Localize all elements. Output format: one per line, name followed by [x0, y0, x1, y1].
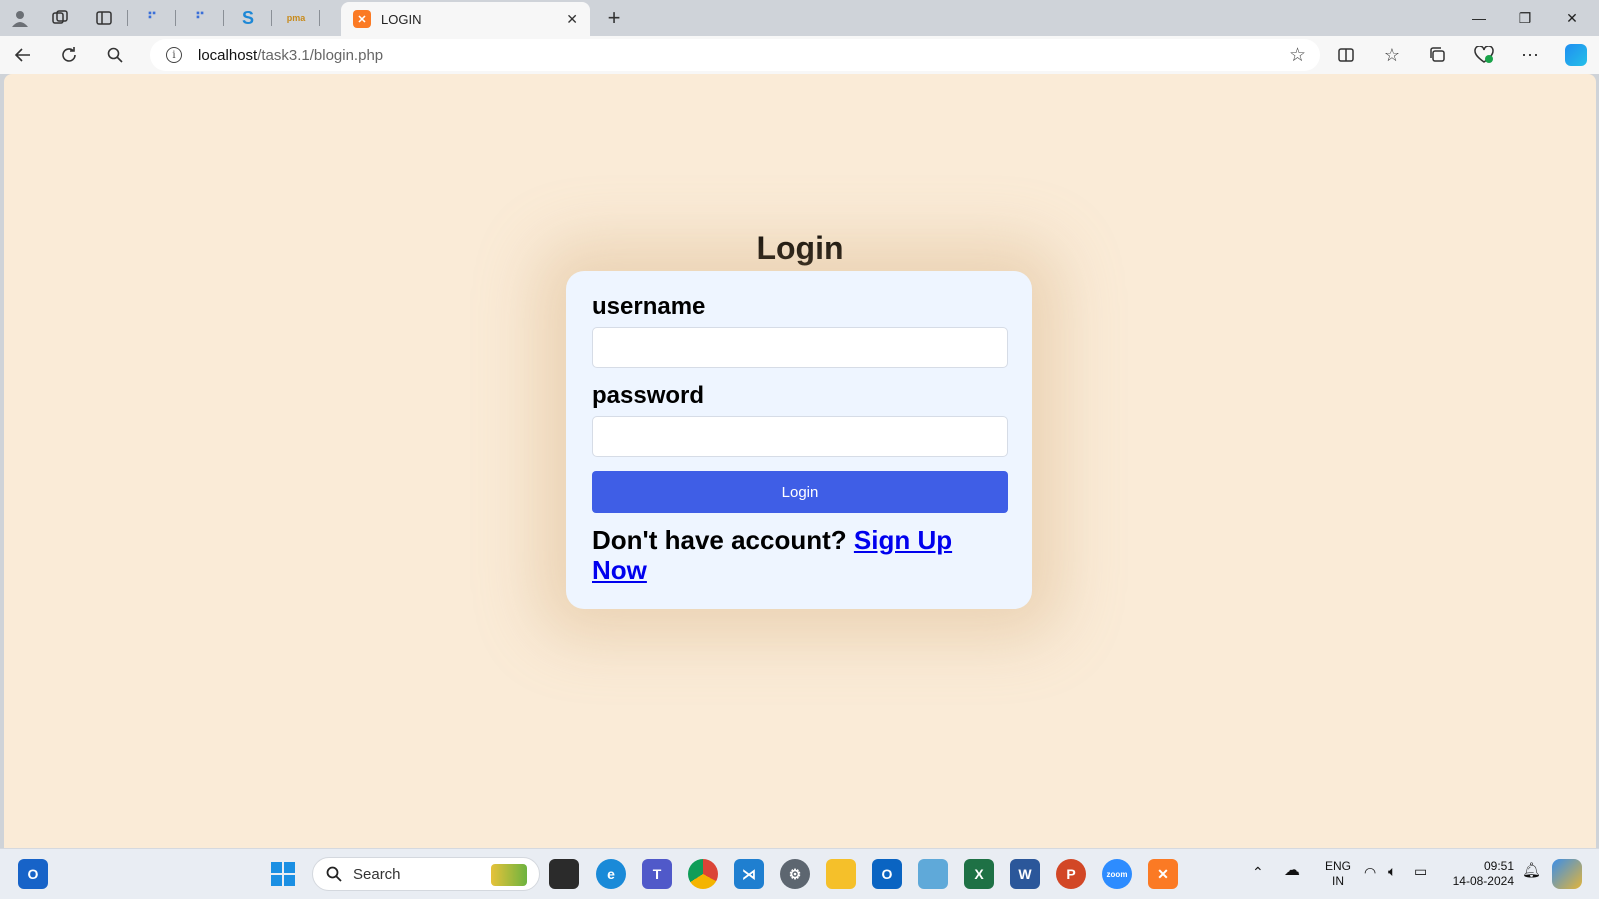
signup-prompt-text: Don't have account?	[592, 525, 847, 555]
settings-icon[interactable]: ⚙	[780, 859, 810, 889]
login-form-card: username password Login Don't have accou…	[566, 271, 1032, 609]
file-explorer-icon[interactable]	[826, 859, 856, 889]
favorite-star-icon[interactable]: ☆	[1289, 44, 1306, 67]
tab-login[interactable]: ✕ LOGIN ✕	[341, 2, 590, 36]
back-icon[interactable]	[0, 36, 46, 74]
onedrive-icon[interactable]: ☁	[1284, 863, 1300, 879]
pinned-tab-icon: ⠋	[194, 9, 206, 26]
volume-icon[interactable]: 🔈︎	[1388, 864, 1396, 879]
outlook-icon[interactable]: O	[872, 859, 902, 889]
search-placeholder: Search	[353, 865, 401, 883]
language-indicator[interactable]: ENG IN	[1320, 859, 1356, 889]
signup-prompt: Don't have account? Sign Up Now	[592, 525, 992, 585]
browser-essentials-icon[interactable]	[1461, 36, 1507, 74]
login-button[interactable]: Login	[592, 471, 1008, 513]
xampp-icon: ✕	[353, 10, 371, 28]
clock[interactable]: 09:51 14-08-2024	[1444, 859, 1514, 889]
split-screen-icon[interactable]	[1323, 36, 1369, 74]
start-icon[interactable]	[268, 859, 298, 889]
page-title: Login	[756, 230, 844, 266]
search-highlight-icon	[491, 864, 527, 886]
taskbar-search[interactable]: Search	[312, 857, 540, 891]
browser-toolbar: i localhost/task3.1/blogin.php ☆ ☆ ⋯	[0, 36, 1599, 74]
xampp-icon[interactable]: ✕	[1148, 859, 1178, 889]
word-icon[interactable]: W	[1010, 859, 1040, 889]
address-bar[interactable]: i localhost/task3.1/blogin.php ☆	[150, 39, 1320, 71]
powerpoint-icon[interactable]: P	[1056, 859, 1086, 889]
pinned-tab-4[interactable]: pma	[272, 0, 320, 36]
more-icon[interactable]: ⋯	[1507, 36, 1553, 74]
pinned-tab-2[interactable]: ⠋	[176, 0, 224, 36]
close-tab-icon[interactable]: ✕	[566, 11, 578, 28]
language-code: ENG	[1324, 859, 1351, 873]
pma-icon: pma	[286, 13, 306, 23]
vscode-icon[interactable]: ⋊	[734, 859, 764, 889]
password-input[interactable]	[592, 416, 1008, 457]
password-label: password	[592, 382, 705, 409]
wifi-icon[interactable]: ◠	[1364, 865, 1376, 880]
refresh-icon[interactable]	[46, 36, 92, 74]
zoom-icon[interactable]: zoom	[1102, 859, 1132, 889]
skype-icon: S	[241, 7, 254, 28]
tab-actions-icon[interactable]	[80, 0, 128, 36]
pinned-tab-1[interactable]: ⠋	[128, 0, 176, 36]
favorites-icon[interactable]: ☆	[1369, 36, 1415, 74]
page-viewport: Login username password Login Don't have…	[4, 74, 1596, 848]
show-hidden-icons[interactable]: ⌃	[1252, 865, 1264, 880]
excel-icon[interactable]: X	[964, 859, 994, 889]
username-input[interactable]	[592, 327, 1008, 368]
clock-date: 14-08-2024	[1452, 874, 1514, 888]
copilot-taskbar-icon[interactable]	[1552, 859, 1582, 889]
tab-strip: ⠋ ⠋ S pma ✕ LOGIN ✕ + — ❐ ✕	[0, 0, 1599, 36]
outlook-widget-icon[interactable]: O	[18, 859, 48, 889]
teams-icon[interactable]: T	[642, 859, 672, 889]
search-icon[interactable]	[92, 36, 138, 74]
close-window-icon[interactable]: ✕	[1549, 0, 1595, 36]
notifications-icon[interactable]: 🔔︎	[1522, 863, 1541, 878]
search-icon	[326, 866, 342, 882]
minimize-icon[interactable]: —	[1456, 0, 1502, 36]
edge-icon[interactable]: e	[596, 859, 626, 889]
chrome-icon[interactable]	[688, 859, 718, 889]
new-tab-icon[interactable]: +	[600, 4, 628, 32]
url-host: localhost	[198, 46, 258, 64]
taskbar: O Search e T ⋊ ⚙ O X W P zoom ✕ ⌃ ☁ ENG …	[0, 848, 1599, 899]
site-info-icon[interactable]: i	[166, 47, 182, 63]
control-panel-icon[interactable]	[918, 859, 948, 889]
clock-time: 09:51	[1483, 859, 1514, 873]
pinned-tab-icon: ⠋	[146, 9, 158, 26]
profile-icon[interactable]	[0, 0, 40, 36]
pinned-tab-3[interactable]: S	[224, 0, 272, 36]
tab-title: LOGIN	[381, 11, 422, 27]
battery-icon[interactable]: ▭	[1414, 864, 1427, 879]
region-code: IN	[1332, 874, 1344, 888]
workspaces-icon[interactable]	[40, 0, 80, 36]
collections-icon[interactable]	[1415, 36, 1461, 74]
url-path: /task3.1/blogin.php	[257, 46, 384, 64]
username-label: username	[592, 293, 706, 320]
copilot-icon[interactable]	[1553, 36, 1599, 74]
restore-icon[interactable]: ❐	[1502, 0, 1548, 36]
task-view-icon[interactable]	[549, 859, 579, 889]
